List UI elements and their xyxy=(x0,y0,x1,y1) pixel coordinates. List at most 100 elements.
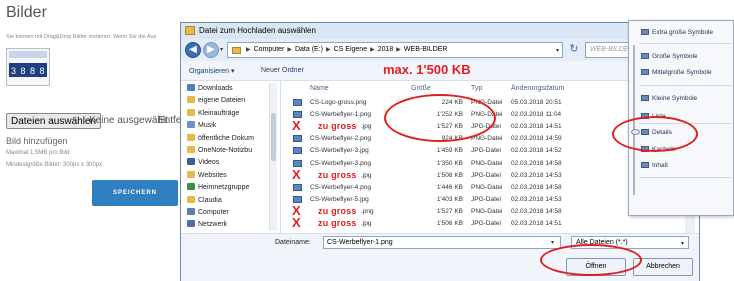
address-bar[interactable]: ▶ Computer ▶ Data (E:) ▶ CS Eigene ▶ 2018 ▶ WEB-B… xyxy=(227,42,563,58)
folder-icon xyxy=(185,26,195,35)
view-option-item[interactable]: Extra große Symbole xyxy=(641,29,713,40)
file-date: 02.03.2018 14:51 xyxy=(511,123,562,131)
dialog-titlebar[interactable]: Datei zum Hochladen auswählen xyxy=(181,23,699,39)
too-big-label: zu gross xyxy=(318,205,357,216)
address-dropdown-icon[interactable]: ▾ xyxy=(556,47,559,54)
column-date[interactable]: Änderungsdatum xyxy=(511,85,564,92)
too-big-label: zu gross xyxy=(318,169,357,180)
filename-label: Dateiname: xyxy=(275,239,311,246)
user-icon xyxy=(187,195,195,203)
file-size: 1'459 KB xyxy=(436,147,463,155)
new-folder-button[interactable]: Neuer Ordner xyxy=(261,67,304,74)
image-file-icon xyxy=(293,135,302,143)
nav-item[interactable]: Videos xyxy=(187,158,219,169)
nav-item[interactable]: Downloads xyxy=(187,84,233,95)
filename-input[interactable]: CS-Werbeflyer-1.png xyxy=(323,236,561,249)
medium-icons-icon xyxy=(641,69,649,75)
nav-item[interactable]: Musik xyxy=(187,121,216,132)
view-option-item[interactable]: Große Symbole xyxy=(641,53,698,64)
view-option-label: Kleine Symbole xyxy=(652,95,698,102)
save-button[interactable]: SPEICHERN xyxy=(92,180,178,206)
nav-item[interactable]: eigene Dateien xyxy=(187,96,245,107)
nav-item-label: Musik xyxy=(198,122,217,130)
file-name: .png xyxy=(361,207,374,215)
page-hint: Sie können mit Drag&Drop Bilder sortiere… xyxy=(6,34,157,40)
too-big-x-mark: X xyxy=(292,118,301,134)
nav-item-label: Claudia xyxy=(198,196,222,204)
file-size: 1'350 KB xyxy=(436,159,463,167)
file-name: CS-Werbeflyer-3.png xyxy=(310,159,371,167)
remove-link[interactable]: Entfe xyxy=(158,115,181,126)
breadcrumb-computer[interactable]: Computer xyxy=(254,46,285,53)
nav-item-label: Netzwerk xyxy=(198,221,228,229)
nav-scroll-thumb[interactable] xyxy=(271,113,276,161)
file-type: JPG-Datei xyxy=(471,147,501,155)
filename-dropdown-icon[interactable]: ▾ xyxy=(551,239,554,246)
nav-item[interactable]: OneNote-Notizbu xyxy=(187,146,252,157)
network-icon xyxy=(187,220,195,228)
column-size[interactable]: Größe xyxy=(411,85,431,92)
image-file-icon xyxy=(293,195,302,203)
view-option-item[interactable]: Kleine Symbole xyxy=(641,95,697,106)
image-file-icon xyxy=(293,183,302,191)
too-big-label: zu gross xyxy=(318,218,357,228)
image-thumbnail[interactable]: 3 8 8 8 xyxy=(6,48,50,86)
breadcrumb-separator-icon: ▶ xyxy=(326,47,331,53)
nav-item[interactable]: öffentliche Dokum xyxy=(187,133,254,145)
too-big-label: zu gross xyxy=(318,121,357,132)
cancel-button[interactable]: Abbrechen xyxy=(633,258,693,276)
file-open-dialog: Datei zum Hochladen auswählen ◀ ▶ ▾ ▶ Com… xyxy=(180,22,701,281)
nav-item-label: OneNote-Notizbu xyxy=(198,147,253,154)
file-row[interactable]: Xzu gross .jpg 1'506 KB JPG-Datei 02.03.2018… xyxy=(283,215,701,230)
file-date: 02.03.2018 14:53 xyxy=(511,171,562,179)
folder-icon xyxy=(187,96,195,104)
nav-item[interactable]: Heimnetzgruppe xyxy=(187,183,249,194)
view-option-label: Mittelgroße Symbole xyxy=(652,69,712,76)
column-name[interactable]: Name xyxy=(310,85,329,92)
music-icon xyxy=(187,121,195,129)
nav-item[interactable]: Kleinaufträge xyxy=(187,108,240,120)
chevron-down-icon: ▾ xyxy=(680,241,684,247)
too-big-x-mark: X xyxy=(292,166,301,182)
forward-arrow-icon[interactable]: ▶ xyxy=(203,42,219,58)
breadcrumb-separator-icon: ▶ xyxy=(370,47,375,53)
file-date: 02.03.2018 11:04 xyxy=(511,111,562,119)
video-icon xyxy=(187,158,195,166)
nav-item[interactable]: Netzwerk xyxy=(187,220,227,231)
nav-item-label: Computer xyxy=(198,209,229,216)
view-option-item[interactable]: Inhalt xyxy=(641,162,668,173)
file-size: 1'403 KB xyxy=(436,195,463,203)
nav-item[interactable]: Websites xyxy=(187,170,227,182)
breadcrumb-drive[interactable]: Data (E:) xyxy=(295,46,323,53)
file-name: CS-Werbeflyer-3.jpg xyxy=(310,147,369,155)
organize-menu[interactable]: Organisieren ▾ xyxy=(189,67,235,75)
breadcrumb-separator-icon: ▶ xyxy=(287,47,292,53)
choose-files-button[interactable]: Dateien auswählen xyxy=(6,113,102,129)
nav-scrollbar[interactable] xyxy=(269,83,277,231)
history-dropdown-icon[interactable]: ▾ xyxy=(220,46,223,53)
column-type[interactable]: Typ xyxy=(471,85,482,92)
dialog-toolbar: Organisieren ▾ Neuer Ordner max. 1'500 K… xyxy=(181,61,699,81)
annotation-ring-details xyxy=(612,116,698,152)
annotation-ring-file-size xyxy=(384,94,496,142)
file-date: 05.03.2018 20:51 xyxy=(511,99,562,106)
computer-icon xyxy=(187,208,195,215)
file-size: 1'506 KB xyxy=(436,220,463,227)
folder-icon xyxy=(187,133,195,141)
nav-item[interactable]: Computer xyxy=(187,208,229,219)
max-size-annotation: max. 1'500 KB xyxy=(383,62,471,77)
file-type: JPG-Datei xyxy=(471,220,501,227)
nav-item-label: Kleinaufträge xyxy=(198,109,240,117)
breadcrumb-cs-eigene[interactable]: CS Eigene xyxy=(334,46,367,53)
view-option-item[interactable]: Mittelgroße Symbole xyxy=(641,69,712,80)
refresh-icon[interactable]: ↻ xyxy=(567,43,581,57)
dialog-title: Datei zum Hochladen auswählen xyxy=(199,26,316,35)
nav-item[interactable]: Claudia xyxy=(187,195,222,207)
file-date: 02.03.2018 14:58 xyxy=(511,207,562,215)
breadcrumb-web-bilder[interactable]: WEB-BILDER xyxy=(404,46,448,53)
menu-separator xyxy=(639,43,731,44)
view-option-label: Extra große Symbole xyxy=(652,29,714,36)
back-arrow-icon[interactable]: ◀ xyxy=(185,42,201,58)
breadcrumb-year[interactable]: 2018 xyxy=(378,46,394,53)
thumbnail-header xyxy=(9,51,47,58)
